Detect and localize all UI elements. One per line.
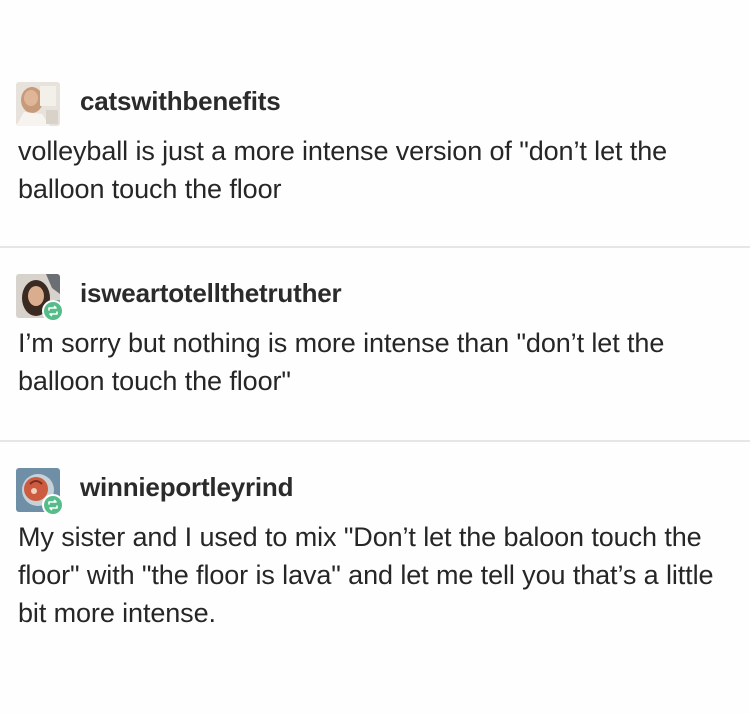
post-text: I’m sorry but nothing is more intense th… [18, 328, 665, 396]
reblog-icon [42, 300, 64, 322]
post-header: catswithbenefits [0, 76, 750, 130]
reblog-icon [42, 494, 64, 516]
divider [0, 440, 750, 442]
post-header: isweartotellthetruther [0, 268, 750, 322]
divider [0, 246, 750, 248]
post: winnieportleyrind My sister and I used t… [0, 462, 750, 632]
username[interactable]: isweartotellthetruther [80, 278, 342, 309]
post: catswithbenefits volleyball is just a mo… [0, 76, 750, 208]
post-text: My sister and I used to mix "Don’t let t… [18, 522, 714, 628]
post: isweartotellthetruther I’m sorry but not… [0, 268, 750, 400]
username[interactable]: winnieportleyrind [80, 472, 293, 503]
username[interactable]: catswithbenefits [80, 86, 281, 117]
tumblr-thread: catswithbenefits volleyball is just a mo… [0, 0, 750, 714]
post-text: volleyball is just a more intense versio… [18, 136, 668, 204]
post-header: winnieportleyrind [0, 462, 750, 516]
avatar[interactable] [16, 82, 60, 126]
